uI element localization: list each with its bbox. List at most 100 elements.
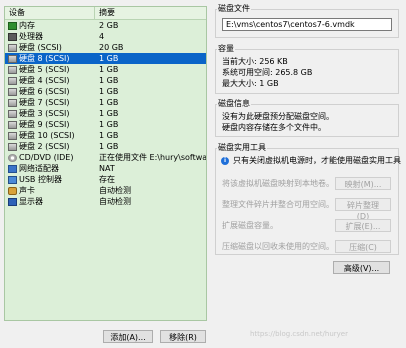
compact-button[interactable]: 压缩(C) <box>335 240 391 253</box>
disk-info-line-2: 硬盘内容存储在多个文件中。 <box>222 123 326 132</box>
disk-icon <box>8 87 17 96</box>
device-summary: 1 GB <box>99 109 119 118</box>
compact-description: 压缩磁盘以回收未使用的空间。 <box>222 242 334 251</box>
device-summary: 1 GB <box>99 87 119 96</box>
device-summary: 自动检测 <box>99 186 131 195</box>
sound-icon <box>8 186 17 195</box>
device-name-cell: 硬盘 2 (SCSI) <box>5 141 95 152</box>
device-name: CD/DVD (IDE) <box>19 153 74 162</box>
disk-info-title: 磁盘信息 <box>217 99 251 109</box>
disk-icon <box>8 43 17 52</box>
device-summary: 正在使用文件 E:\hury\software... <box>99 153 206 162</box>
disk-utilities-group: 磁盘实用工具 i 只有关闭虚拟机电源时，才能使用磁盘实用工具 将该虚拟机磁盘映射… <box>215 143 401 255</box>
device-name-cell: 硬盘 5 (SCSI) <box>5 64 95 75</box>
device-row[interactable]: 处理器 4 <box>5 31 206 42</box>
disk-info-line-1: 没有为此硬盘预分配磁盘空间。 <box>222 112 334 121</box>
device-summary: 1 GB <box>99 120 119 129</box>
disk-icon <box>8 76 17 85</box>
device-name-cell: 硬盘 7 (SCSI) <box>5 97 95 108</box>
device-name: 显示器 <box>19 197 43 206</box>
device-name: 内存 <box>19 21 35 30</box>
device-rows: 内存 2 GB 处理器 4 硬盘 (SCSI) 20 GB 硬盘 8 (SCSI) 1 GB 硬… <box>5 20 206 207</box>
disk-file-path-field[interactable]: E:\vms\centos7\centos7-6.vmdk <box>222 18 392 31</box>
disk-file-group: 磁盘文件 E:\vms\centos7\centos7-6.vmdk <box>215 4 399 38</box>
device-row[interactable]: 网络适配器 NAT <box>5 163 206 174</box>
disk-icon <box>8 131 17 140</box>
device-name-cell: USB 控制器 <box>5 174 95 185</box>
device-name: 网络适配器 <box>19 164 59 173</box>
device-name: 硬盘 6 (SCSI) <box>19 87 70 96</box>
device-list[interactable]: 设备 摘要 内存 2 GB 处理器 4 硬盘 (SCSI) 20 GB 硬盘 8 (SCSI… <box>4 6 207 321</box>
device-summary: 1 GB <box>99 98 119 107</box>
device-name: 硬盘 9 (SCSI) <box>19 120 70 129</box>
free-space-text: 系统可用空间: 265.8 GB <box>222 68 313 77</box>
device-name-cell: CD/DVD (IDE) <box>5 153 95 162</box>
device-row[interactable]: 硬盘 6 (SCSI) 1 GB <box>5 86 206 97</box>
device-name-cell: 硬盘 9 (SCSI) <box>5 119 95 130</box>
disk-icon <box>8 109 17 118</box>
remove-device-button[interactable]: 移除(R) <box>160 330 206 343</box>
device-row[interactable]: 硬盘 7 (SCSI) 1 GB <box>5 97 206 108</box>
disk-icon <box>8 120 17 129</box>
device-summary: 自动检测 <box>99 197 131 206</box>
device-row[interactable]: 内存 2 GB <box>5 20 206 31</box>
device-row[interactable]: 硬盘 5 (SCSI) 1 GB <box>5 64 206 75</box>
monitor-icon <box>8 197 17 206</box>
device-name-cell: 处理器 <box>5 31 95 42</box>
device-name: 声卡 <box>19 186 35 195</box>
device-summary: 1 GB <box>99 76 119 85</box>
current-size-text: 当前大小: 256 KB <box>222 57 288 66</box>
device-name-cell: 硬盘 6 (SCSI) <box>5 86 95 97</box>
add-device-button[interactable]: 添加(A)... <box>103 330 153 343</box>
device-row[interactable]: CD/DVD (IDE) 正在使用文件 E:\hury\software... <box>5 152 206 163</box>
device-name-cell: 硬盘 3 (SCSI) <box>5 108 95 119</box>
mem-icon <box>8 21 17 30</box>
column-header-device[interactable]: 设备 <box>5 7 95 19</box>
device-row[interactable]: 硬盘 (SCSI) 20 GB <box>5 42 206 53</box>
expand-button[interactable]: 扩展(E)... <box>335 219 391 232</box>
device-row[interactable]: 硬盘 10 (SCSI) 1 GB <box>5 130 206 141</box>
cd-icon <box>8 153 17 162</box>
device-summary: NAT <box>99 164 115 173</box>
capacity-title: 容量 <box>217 44 235 54</box>
device-name: 硬盘 2 (SCSI) <box>19 142 70 151</box>
device-name-cell: 硬盘 4 (SCSI) <box>5 75 95 86</box>
device-summary: 1 GB <box>99 54 119 63</box>
advanced-button[interactable]: 高级(V)... <box>333 261 390 274</box>
max-size-text: 最大大小: 1 GB <box>222 79 279 88</box>
watermark: https://blog.csdn.net/huryer <box>250 330 348 338</box>
device-row[interactable]: USB 控制器 存在 <box>5 174 206 185</box>
device-summary: 1 GB <box>99 142 119 151</box>
disk-icon <box>8 98 17 107</box>
device-summary: 1 GB <box>99 131 119 140</box>
device-row[interactable]: 硬盘 3 (SCSI) 1 GB <box>5 108 206 119</box>
disk-icon <box>8 65 17 74</box>
device-name: 硬盘 3 (SCSI) <box>19 109 70 118</box>
column-header-summary[interactable]: 摘要 <box>95 7 115 19</box>
defragment-description: 整理文件碎片并整合可用空间。 <box>222 200 334 209</box>
usb-icon <box>8 175 17 184</box>
device-row[interactable]: 硬盘 4 (SCSI) 1 GB <box>5 75 206 86</box>
device-name: 硬盘 5 (SCSI) <box>19 65 70 74</box>
device-name-cell: 硬盘 10 (SCSI) <box>5 130 95 141</box>
device-row[interactable]: 硬盘 9 (SCSI) 1 GB <box>5 119 206 130</box>
expand-description: 扩展磁盘容量。 <box>222 221 278 230</box>
device-name-cell: 网络适配器 <box>5 163 95 174</box>
defragment-button[interactable]: 碎片整理(D) <box>335 198 391 221</box>
device-name: 硬盘 8 (SCSI) <box>19 54 70 63</box>
device-row[interactable]: 显示器 自动检测 <box>5 196 206 207</box>
net-icon <box>8 164 17 173</box>
device-name-cell: 内存 <box>5 20 95 31</box>
device-row[interactable]: 硬盘 2 (SCSI) 1 GB <box>5 141 206 152</box>
device-name-cell: 显示器 <box>5 196 95 207</box>
map-description: 将该虚拟机磁盘映射到本地卷。 <box>222 179 334 188</box>
map-button[interactable]: 映射(M)... <box>335 177 391 190</box>
disk-icon <box>8 54 17 63</box>
device-row[interactable]: 硬盘 8 (SCSI) 1 GB <box>5 53 206 64</box>
device-summary: 存在 <box>99 175 115 184</box>
device-summary: 20 GB <box>99 43 124 52</box>
disk-info-group: 磁盘信息 没有为此硬盘预分配磁盘空间。 硬盘内容存储在多个文件中。 <box>215 99 399 137</box>
device-row[interactable]: 声卡 自动检测 <box>5 185 206 196</box>
disk-icon <box>8 142 17 151</box>
device-summary: 1 GB <box>99 65 119 74</box>
